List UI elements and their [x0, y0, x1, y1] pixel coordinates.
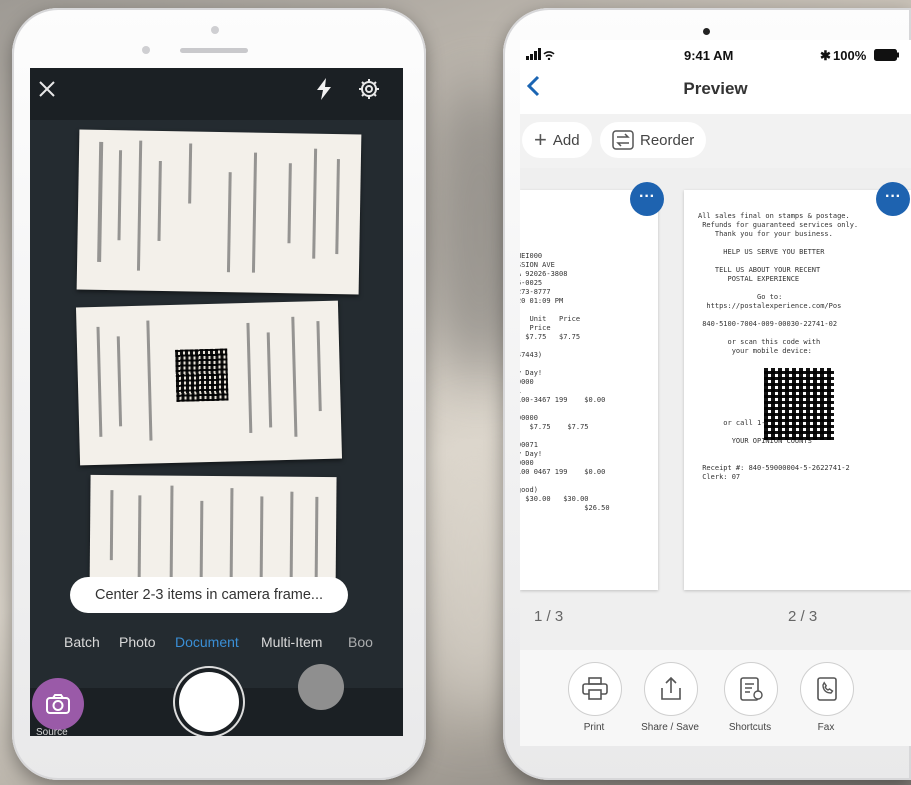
receipt-image: [75, 300, 343, 466]
reorder-icon: [612, 130, 634, 150]
close-icon[interactable]: [38, 80, 56, 102]
gallery-thumbnail-button[interactable]: [298, 664, 344, 710]
add-label: Add: [552, 131, 580, 149]
mode-batch[interactable]: Batch: [64, 634, 100, 650]
preview-screen: 9:41 AM ✱ 100% Preview + Add Reorder E90…: [520, 40, 911, 746]
page-1-number: 1 / 3: [534, 608, 564, 625]
sensor-dot: [142, 46, 150, 54]
pages-carousel[interactable]: E900NEI000 W MISSION AVE G, CA 92026-380…: [520, 168, 911, 650]
qr-code: [764, 368, 834, 440]
reorder-label: Reorder: [640, 131, 695, 149]
share-icon: [661, 676, 681, 700]
flash-icon[interactable]: [315, 78, 333, 104]
hint-toast: Center 2-3 items in camera frame...: [70, 577, 348, 613]
battery-percent: 100%: [833, 48, 867, 63]
mode-book[interactable]: Boo: [348, 634, 373, 650]
signal-icon: [526, 48, 556, 63]
camera-screen: Center 2-3 items in camera frame... Batc…: [30, 68, 403, 736]
page-title: Preview: [683, 79, 748, 98]
battery-icon: [874, 49, 900, 64]
source-button[interactable]: [32, 678, 84, 730]
shutter-button[interactable]: [179, 672, 239, 732]
page-1-content: E900NEI000 W MISSION AVE G, CA 92026-380…: [520, 252, 610, 512]
shortcuts-icon: [740, 677, 763, 701]
action-bar: Print Share / Save Shortcuts Fax: [520, 650, 911, 746]
camera-icon: [46, 694, 70, 714]
add-button[interactable]: + Add: [522, 122, 592, 158]
gear-icon[interactable]: [358, 78, 380, 104]
page-2-content: All sales final on stamps & postage. Ref…: [698, 212, 859, 481]
page-1-more-button[interactable]: ···: [630, 182, 664, 216]
shortcuts-label: Shortcuts: [728, 722, 772, 733]
capture-mode-bar: Batch Photo Document Multi-Item Boo: [30, 634, 403, 654]
page-2-more-button[interactable]: ···: [876, 182, 910, 216]
front-camera: [211, 26, 219, 34]
page-thumbnail-1[interactable]: E900NEI000 W MISSION AVE G, CA 92026-380…: [520, 190, 658, 590]
plus-icon: +: [534, 127, 547, 152]
front-camera: [703, 28, 710, 35]
bluetooth-icon: ✱: [820, 48, 831, 63]
print-button[interactable]: [568, 662, 622, 716]
page-2-number: 2 / 3: [788, 608, 818, 625]
receipt-image: [76, 129, 362, 295]
status-time: 9:41 AM: [684, 48, 734, 63]
print-label: Print: [583, 722, 605, 733]
preview-toolbar: + Add Reorder: [520, 114, 911, 168]
source-label: Source: [36, 727, 68, 736]
mode-photo[interactable]: Photo: [119, 634, 156, 650]
fax-label: Fax: [817, 722, 835, 733]
share-save-button[interactable]: [644, 662, 698, 716]
page-thumbnail-2[interactable]: All sales final on stamps & postage. Ref…: [684, 190, 911, 590]
speaker-grille: [180, 48, 248, 53]
qr-code: [175, 348, 229, 402]
mode-document[interactable]: Document: [175, 634, 239, 650]
share-save-label: Share / Save: [641, 722, 699, 733]
mode-multi-item[interactable]: Multi-Item: [261, 634, 322, 650]
reorder-button[interactable]: Reorder: [600, 122, 707, 158]
fax-icon: [817, 677, 837, 701]
fax-button[interactable]: [800, 662, 854, 716]
printer-icon: [582, 677, 608, 700]
shortcuts-button[interactable]: [724, 662, 778, 716]
